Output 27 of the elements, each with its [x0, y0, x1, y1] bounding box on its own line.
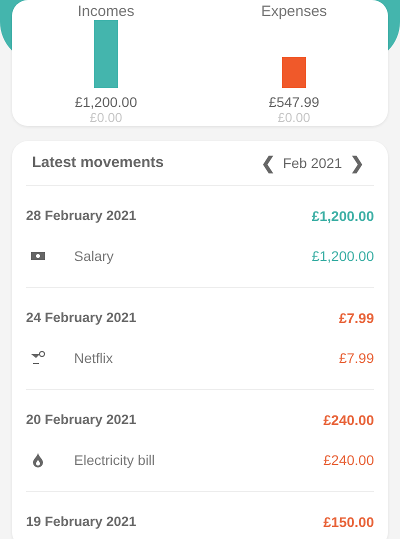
period-label: Feb 2021 [282, 154, 342, 172]
transaction-amount: £240.00 [323, 450, 374, 470]
previous-month-button[interactable]: ❮ [256, 154, 279, 172]
category-label: Expenses [261, 4, 327, 20]
date-heading: 28 February 2021 [26, 206, 136, 225]
transaction-name: Salary [74, 246, 115, 266]
date-heading: 20 February 2021 [26, 410, 136, 429]
transaction-amount: £1,200.00 [312, 246, 374, 266]
day-total: £240.00 [323, 410, 374, 430]
transaction-amount: £7.99 [338, 348, 374, 368]
transaction-row[interactable]: Electricity bill £240.00 [26, 437, 374, 483]
transaction-name: Electricity bill [74, 450, 156, 470]
day-total: £150.00 [323, 512, 374, 532]
flame-icon [30, 452, 46, 468]
section-title: Latest movements [32, 152, 164, 173]
value-label: £1,200.00 [74, 94, 138, 110]
transaction-row[interactable]: Netflix £7.99 [26, 335, 374, 381]
cocktail-icon [30, 350, 46, 366]
category-label: Incomes [78, 4, 134, 20]
date-heading: 24 February 2021 [26, 308, 136, 327]
transaction-row[interactable]: Salary £1,200.00 [26, 233, 374, 279]
day-total: £7.99 [338, 308, 374, 328]
next-month-button[interactable]: ❯ [346, 154, 368, 172]
date-heading: 19 February 2021 [26, 512, 136, 531]
transaction-name: Netflix [74, 348, 114, 368]
day-total: £1,200.00 [312, 206, 374, 226]
value-label: £547.99 [268, 94, 320, 110]
